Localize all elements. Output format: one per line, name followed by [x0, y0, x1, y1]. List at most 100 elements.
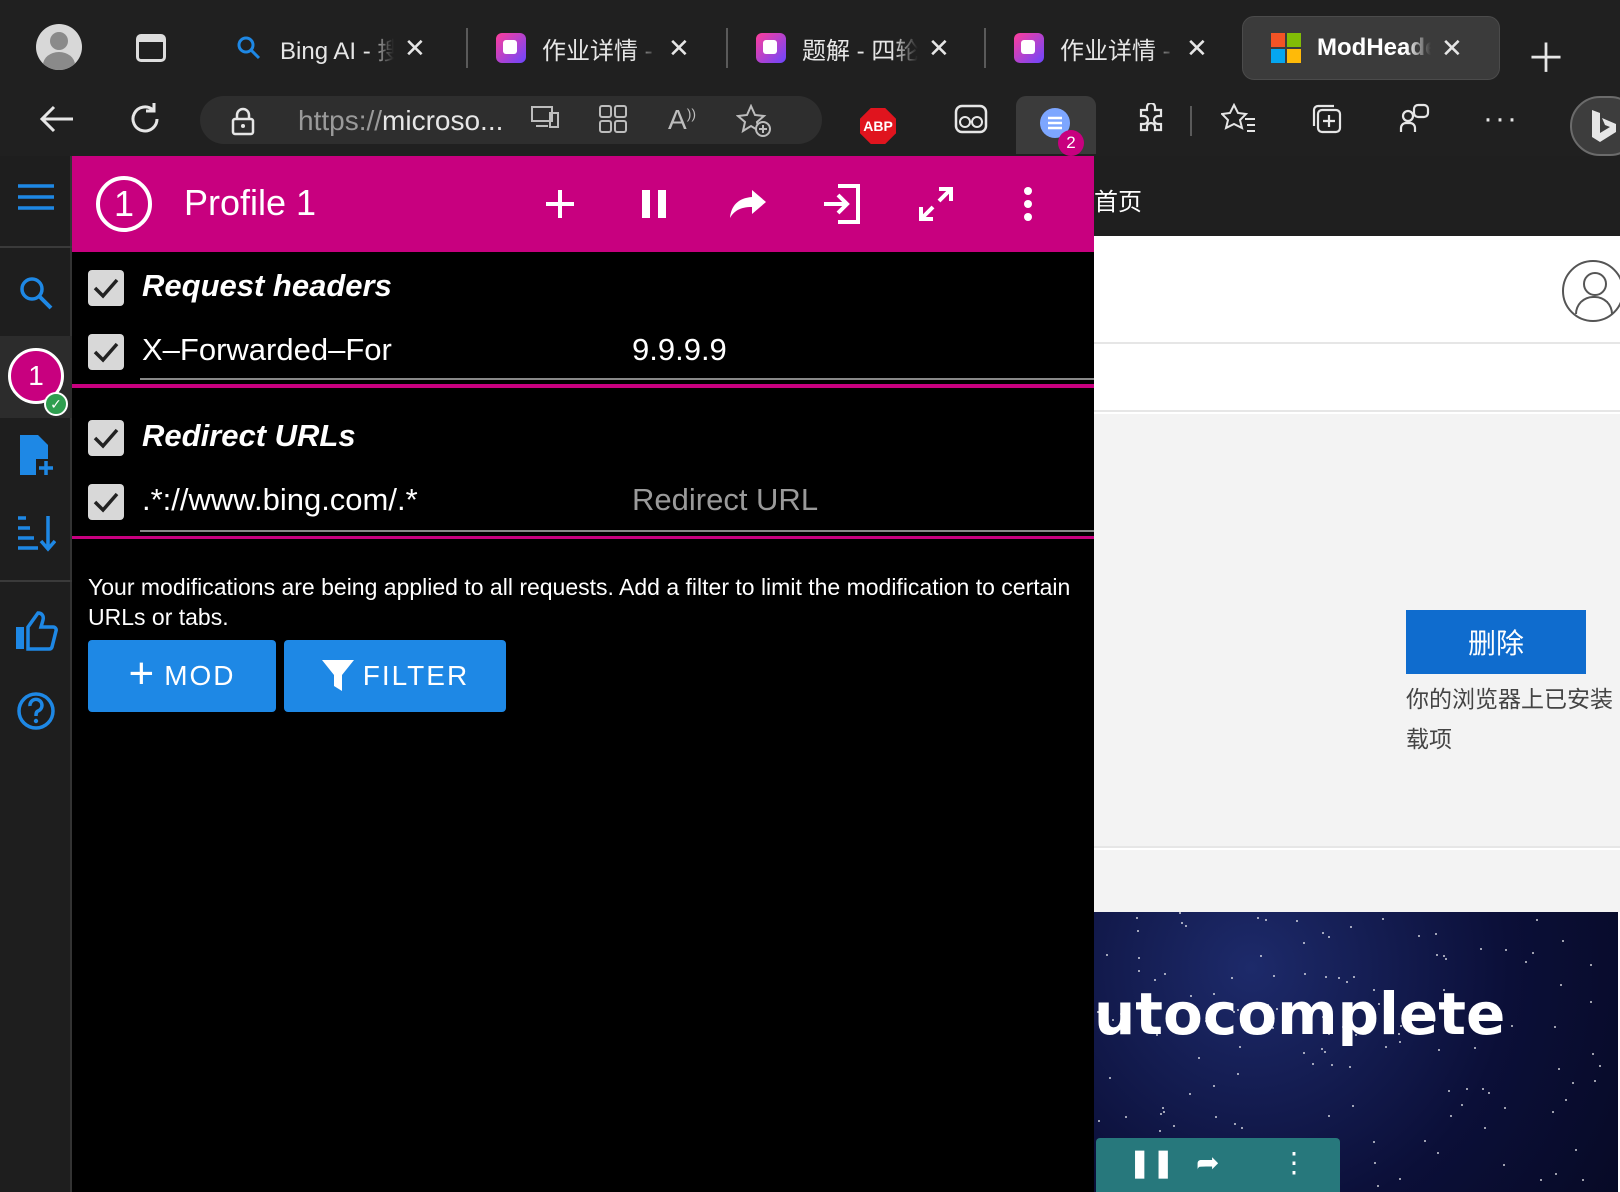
star	[1482, 1088, 1484, 1090]
profile-number-badge[interactable]: 1	[96, 176, 152, 232]
new-tab-button[interactable]: ＋	[1526, 26, 1566, 84]
more-options-button[interactable]	[998, 156, 1058, 252]
star	[1198, 1057, 1200, 1059]
tab-solution[interactable]: 题解 - 四轮 ✕	[756, 16, 966, 80]
star	[1304, 973, 1306, 975]
checkmark-icon	[93, 428, 119, 449]
close-icon[interactable]: ✕	[668, 33, 690, 64]
share-icon	[730, 190, 766, 218]
profile-title[interactable]: Profile 1	[184, 182, 316, 224]
star	[1185, 925, 1187, 927]
page-gap	[1094, 850, 1620, 912]
star	[1265, 919, 1267, 921]
star	[1189, 1093, 1191, 1095]
header-value-input[interactable]: 9.9.9.9	[632, 332, 727, 368]
import-button[interactable]	[812, 156, 872, 252]
reader-extension-button[interactable]	[948, 82, 994, 156]
star	[1511, 1025, 1513, 1027]
star	[1562, 940, 1564, 942]
star	[1382, 918, 1384, 920]
app-icon	[756, 33, 786, 63]
expand-button[interactable]	[906, 156, 966, 252]
close-icon[interactable]: ✕	[1186, 33, 1208, 64]
adblock-plus-icon[interactable]: ABP	[860, 108, 896, 144]
add-button[interactable]	[530, 156, 590, 252]
close-icon[interactable]: ✕	[1441, 33, 1463, 64]
header-row-checkbox[interactable]	[88, 334, 124, 370]
share-button[interactable]	[718, 156, 778, 252]
pause-button[interactable]	[624, 156, 684, 252]
browser-essentials-button[interactable]	[1392, 82, 1438, 156]
rail-separator	[0, 246, 72, 248]
tab-homework-1[interactable]: 作业详情 - 四川 ✕	[496, 16, 706, 80]
checkmark-icon	[93, 342, 119, 363]
add-filter-button[interactable]: FILTER	[284, 640, 506, 712]
hero-screenshot-strip: ❚❚ ➦ ⋮	[1096, 1138, 1340, 1192]
search-button[interactable]	[0, 258, 72, 328]
menu-button[interactable]	[0, 162, 72, 232]
extensions-button[interactable]	[1128, 82, 1174, 156]
page-message-line1: 你的浏览器上已安装	[1406, 687, 1613, 713]
modheader-extension-button[interactable]	[1016, 96, 1096, 154]
page-header-section	[1094, 236, 1620, 344]
redirect-row-checkbox[interactable]	[88, 484, 124, 520]
add-mod-button[interactable]: + MOD	[88, 640, 276, 712]
tab-bing-ai[interactable]: Bing AI - 搜索 ✕	[234, 16, 450, 80]
tab-title: 题解 - 四轮	[802, 37, 918, 65]
help-icon	[17, 692, 55, 730]
more-menu-button[interactable]: ···	[1476, 82, 1526, 156]
delete-button[interactable]: 删除	[1406, 610, 1586, 674]
qr-code-icon[interactable]	[598, 104, 628, 141]
star	[1560, 984, 1562, 986]
arrow-left-icon	[39, 105, 73, 133]
star	[1352, 1105, 1354, 1107]
plus-icon	[546, 190, 574, 218]
close-icon[interactable]: ✕	[928, 33, 950, 64]
star	[1303, 1052, 1305, 1054]
request-headers-checkbox[interactable]	[88, 270, 124, 306]
rate-button[interactable]	[0, 596, 72, 666]
star	[1590, 964, 1592, 966]
favorites-button[interactable]	[1216, 82, 1262, 156]
star	[1303, 942, 1305, 944]
sort-button[interactable]	[0, 498, 72, 568]
star	[1503, 1164, 1505, 1166]
redirect-url-input[interactable]: Redirect URL	[632, 482, 818, 518]
tab-modheader[interactable]: ModHeader ✕	[1242, 16, 1500, 80]
star	[1504, 1107, 1506, 1109]
refresh-button[interactable]	[122, 82, 168, 156]
star	[1324, 1051, 1326, 1053]
star	[1418, 935, 1420, 937]
modheader-rail	[0, 156, 72, 1192]
collections-button[interactable]	[1304, 82, 1350, 156]
health-icon	[1399, 103, 1430, 132]
check-icon: ✓	[44, 392, 68, 416]
lock-icon[interactable]	[230, 106, 256, 143]
redirect-urls-checkbox[interactable]	[88, 420, 124, 456]
user-add-icon[interactable]	[1562, 260, 1620, 322]
profile-avatar-button[interactable]	[36, 24, 82, 70]
add-favorite-icon[interactable]	[735, 103, 772, 145]
input-underline	[140, 378, 1094, 380]
read-aloud-icon[interactable]: A))	[668, 104, 696, 136]
add-profile-button[interactable]	[0, 420, 72, 490]
star	[1098, 1120, 1100, 1122]
app-available-icon[interactable]	[530, 104, 560, 137]
back-button[interactable]	[34, 82, 80, 156]
nav-home-link[interactable]: 首页	[1094, 182, 1142, 217]
star	[1480, 948, 1482, 950]
tab-homework-2[interactable]: 作业详情 - 四川 ✕	[1014, 16, 1224, 80]
header-name-input[interactable]: X–Forwarded–For	[142, 332, 392, 368]
close-icon[interactable]: ✕	[404, 33, 426, 64]
star	[1260, 955, 1262, 957]
star	[1138, 957, 1140, 959]
star	[1552, 1111, 1554, 1113]
star	[1331, 1064, 1333, 1066]
star	[1125, 1116, 1127, 1118]
tab-actions-icon[interactable]	[136, 34, 166, 62]
address-bar[interactable]: https://microso... A))	[200, 96, 822, 144]
star	[1181, 922, 1183, 924]
star	[1399, 1178, 1401, 1180]
redirect-pattern-input[interactable]: .*://www.bing.com/.*	[142, 482, 418, 518]
help-button[interactable]	[0, 676, 72, 746]
